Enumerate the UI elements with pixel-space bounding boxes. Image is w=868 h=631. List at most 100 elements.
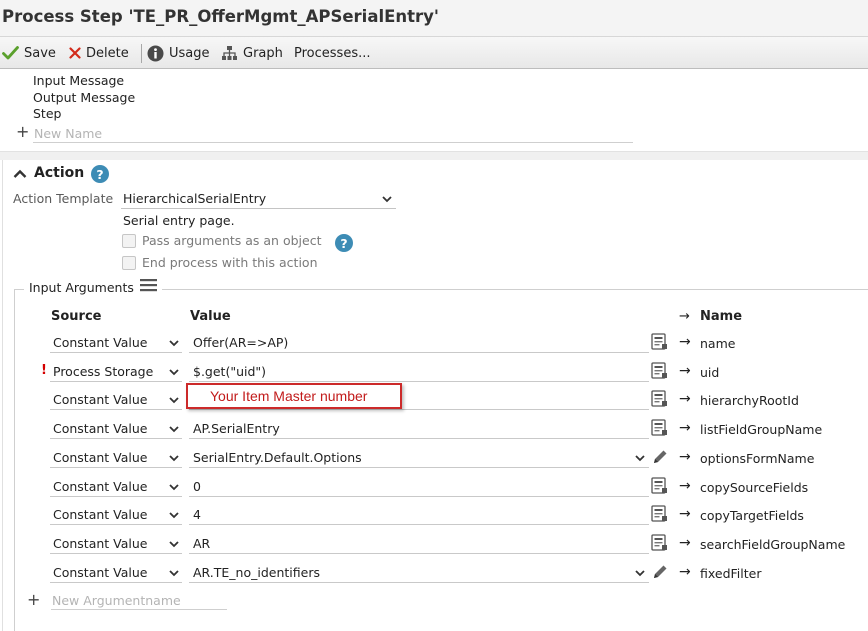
- arrow-right-icon: →: [679, 564, 691, 580]
- chevron-down-icon: [382, 192, 392, 207]
- save-button[interactable]: Save: [2, 37, 56, 69]
- new-name-input[interactable]: [33, 125, 633, 143]
- annotation-callout: Your Item Master number: [186, 383, 402, 409]
- processes-button[interactable]: Processes...: [294, 37, 370, 69]
- arrow-right-icon: →: [679, 334, 691, 350]
- source-select[interactable]: Constant Value: [50, 476, 182, 497]
- page-title: Process Step 'TE_PR_OfferMgmt_APSerialEn…: [2, 7, 439, 26]
- checkmark-icon: [2, 46, 19, 60]
- arrow-right-icon: →: [679, 506, 691, 522]
- value-input[interactable]: AR: [189, 533, 649, 554]
- value-editor-icon[interactable]: [651, 534, 669, 555]
- list-item-step: Step: [33, 106, 62, 121]
- argument-name: optionsFormName: [700, 451, 815, 466]
- chevron-down-icon: [169, 566, 179, 581]
- source-select[interactable]: Constant Value: [50, 533, 182, 554]
- source-value: Constant Value: [53, 478, 148, 494]
- source-value: Constant Value: [53, 420, 148, 436]
- source-select[interactable]: Constant Value: [50, 332, 182, 353]
- argument-name: uid: [700, 365, 720, 380]
- arrow-right-icon: →: [679, 478, 691, 494]
- value-input[interactable]: AP.SerialEntry: [189, 418, 649, 439]
- new-argument-input[interactable]: [51, 592, 227, 610]
- collapse-chevron-up-icon[interactable]: [13, 167, 27, 182]
- value-editor-icon[interactable]: [651, 477, 669, 498]
- value-input[interactable]: $.get("uid"): [189, 361, 649, 382]
- end-process-checkbox[interactable]: [122, 255, 136, 270]
- column-header-arrow-icon: →: [679, 309, 690, 324]
- column-header-value: Value: [190, 309, 231, 324]
- argument-name: fixedFilter: [700, 566, 762, 581]
- pencil-edit-icon[interactable]: [651, 448, 669, 469]
- add-argument-plus-icon[interactable]: +: [27, 590, 40, 609]
- source-value: Constant Value: [53, 564, 148, 580]
- value-select[interactable]: SerialEntry.Default.Options: [189, 447, 649, 468]
- source-value: Constant Value: [53, 334, 148, 350]
- save-label: Save: [24, 45, 56, 61]
- argument-name: searchFieldGroupName: [700, 537, 846, 552]
- value-editor-icon[interactable]: [651, 362, 669, 383]
- chevron-down-icon: [635, 451, 645, 466]
- value-editor-icon[interactable]: [651, 333, 669, 354]
- argument-row: Constant Value → hierarchyRootId: [0, 387, 868, 416]
- value-input[interactable]: 0: [189, 476, 649, 497]
- value-text: 0: [193, 478, 201, 494]
- argument-name: name: [700, 336, 736, 351]
- section-divider: [0, 151, 868, 160]
- source-select[interactable]: Process Storage: [50, 361, 182, 382]
- usage-button[interactable]: Usage: [147, 37, 210, 69]
- processes-label: Processes...: [294, 45, 371, 61]
- graph-hierarchy-icon: [221, 45, 238, 62]
- value-select[interactable]: AR.TE_no_identifiers: [189, 562, 649, 583]
- pass-arguments-label: Pass arguments as an object: [142, 233, 322, 248]
- source-select[interactable]: Constant Value: [50, 562, 182, 583]
- value-text: 4: [193, 506, 201, 522]
- input-arguments-label: Input Arguments: [29, 279, 134, 295]
- source-select[interactable]: Constant Value: [50, 447, 182, 468]
- delete-button[interactable]: Delete: [69, 37, 129, 69]
- value-text: Offer(AR=>AP): [193, 334, 289, 350]
- pass-arguments-checkbox[interactable]: [122, 233, 136, 248]
- graph-button[interactable]: Graph: [221, 37, 283, 69]
- value-text: AR: [193, 535, 211, 551]
- argument-row: ! Process Storage $.get("uid") → uid: [0, 359, 868, 388]
- list-item-input-message: Input Message: [33, 73, 125, 88]
- value-text: $.get("uid"): [193, 363, 267, 379]
- chevron-down-icon: [169, 365, 179, 380]
- value-text: AP.SerialEntry: [193, 420, 280, 436]
- value-editor-icon[interactable]: [651, 390, 669, 411]
- input-arguments-legend: Input Arguments: [24, 278, 162, 296]
- arrow-right-icon: →: [679, 535, 691, 551]
- usage-label: Usage: [169, 45, 210, 61]
- title-bar: Process Step 'TE_PR_OfferMgmt_APSerialEn…: [0, 0, 868, 36]
- source-select[interactable]: Constant Value: [50, 418, 182, 439]
- action-help-icon[interactable]: ?: [91, 165, 109, 183]
- argument-name: hierarchyRootId: [700, 393, 799, 408]
- pencil-edit-icon[interactable]: [651, 563, 669, 584]
- list-menu-icon[interactable]: [139, 278, 157, 296]
- end-process-label: End process with this action: [142, 255, 318, 270]
- pass-arguments-help-icon[interactable]: ?: [335, 234, 353, 252]
- value-editor-icon[interactable]: [651, 419, 669, 440]
- value-input[interactable]: 4: [189, 504, 649, 525]
- value-editor-icon[interactable]: [651, 505, 669, 526]
- add-name-plus-icon[interactable]: +: [16, 122, 29, 141]
- value-input[interactable]: Offer(AR=>AP): [189, 332, 649, 353]
- source-select[interactable]: Constant Value: [50, 504, 182, 525]
- source-select[interactable]: Constant Value: [50, 389, 182, 410]
- action-section-header[interactable]: Action: [34, 165, 84, 181]
- argument-row: Constant Value AP.SerialEntry → listFiel…: [0, 416, 868, 445]
- argument-name: copyTargetFields: [700, 508, 804, 523]
- delete-label: Delete: [86, 45, 129, 61]
- close-icon: [69, 47, 81, 59]
- chevron-down-icon: [169, 451, 179, 466]
- value-text: AR.TE_no_identifiers: [193, 564, 320, 580]
- argument-name: listFieldGroupName: [700, 422, 823, 437]
- end-process-row: End process with this action: [122, 255, 318, 270]
- info-icon: [147, 45, 164, 62]
- action-template-select[interactable]: HierarchicalSerialEntry: [121, 189, 396, 209]
- argument-row: Constant Value 4 → copyTargetFields: [0, 502, 868, 531]
- toolbar-divider: [141, 44, 142, 63]
- graph-label: Graph: [243, 45, 283, 61]
- list-item-output-message: Output Message: [33, 90, 136, 105]
